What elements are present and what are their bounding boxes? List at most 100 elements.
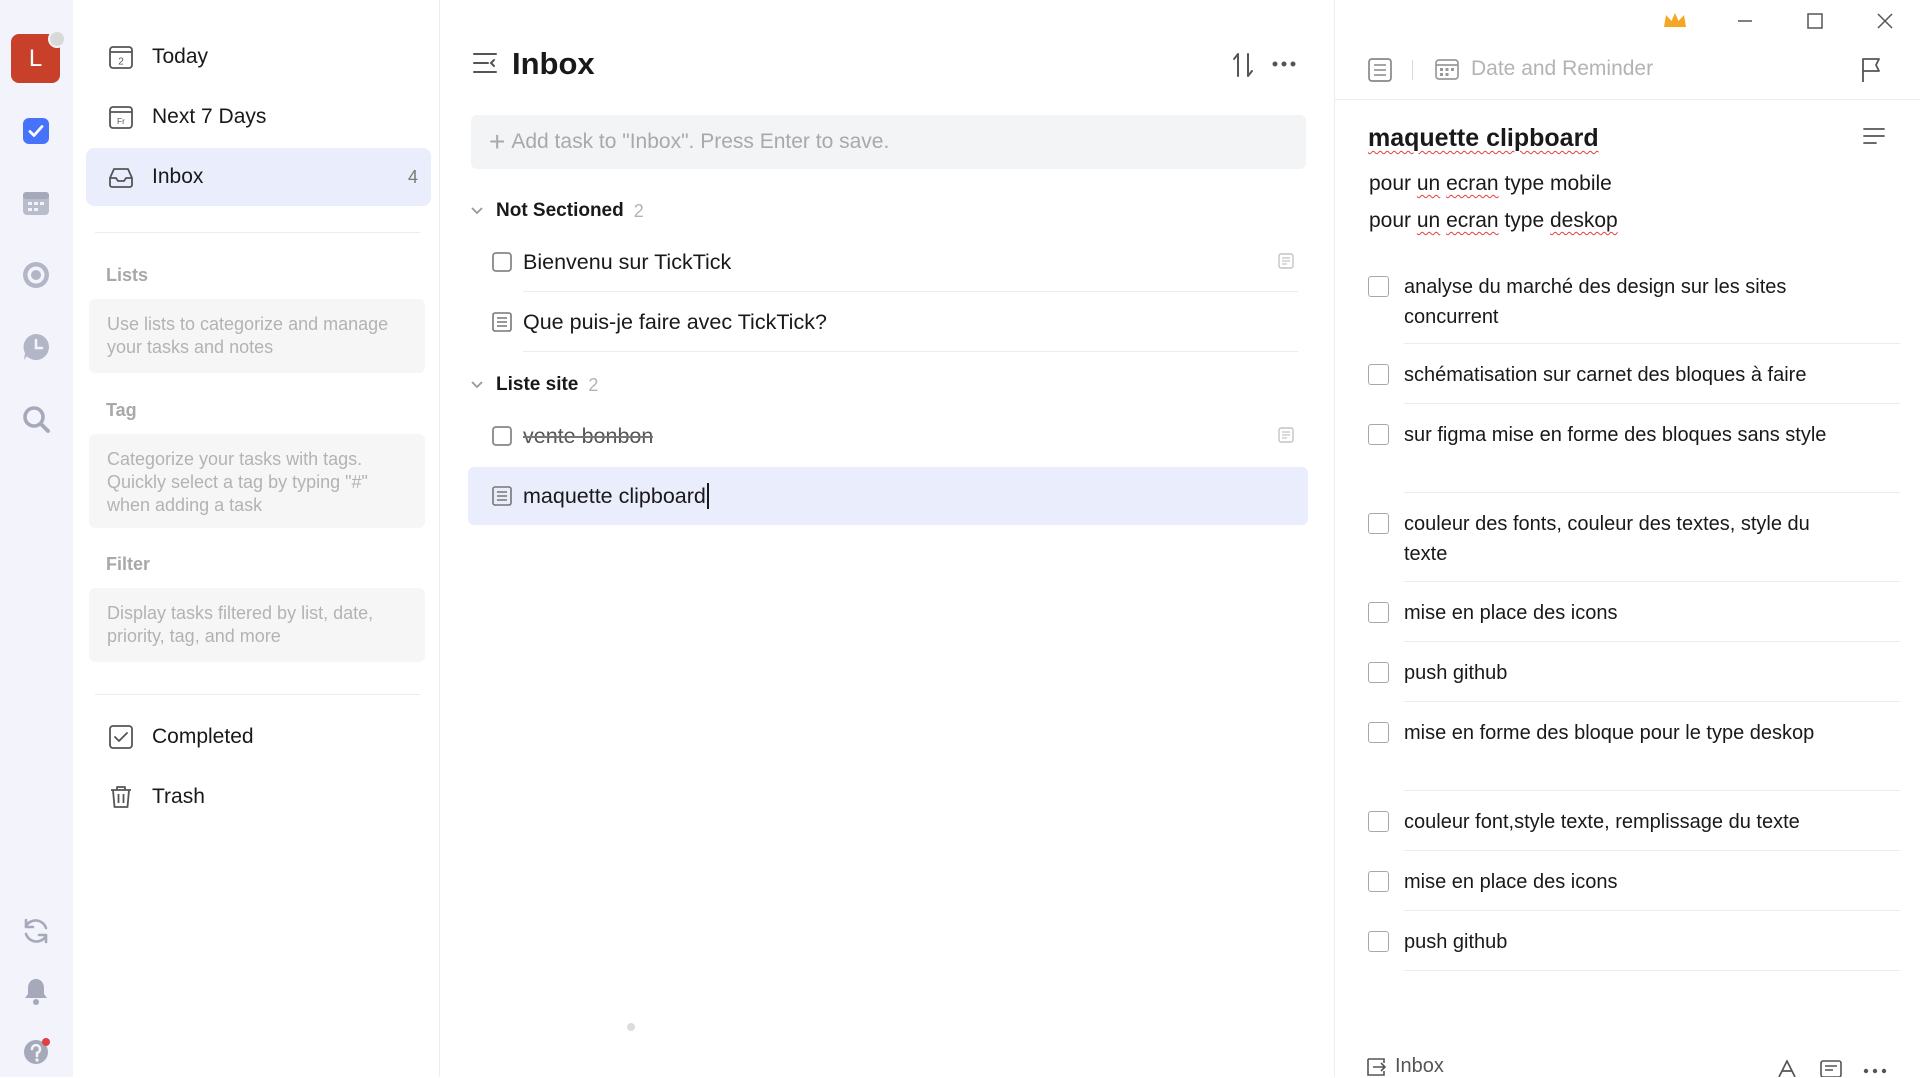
- task-checkbox[interactable]: [491, 425, 513, 447]
- checklist-divider: [1404, 641, 1900, 642]
- sidebar-divider: [95, 694, 420, 695]
- section-header[interactable]: Liste site 2: [470, 374, 598, 396]
- description-text: ecran: [1446, 209, 1499, 232]
- sort-icon[interactable]: [1231, 52, 1255, 78]
- checklist-checkbox[interactable]: [1368, 931, 1389, 952]
- move-to-list-button[interactable]: Inbox: [1365, 1055, 1444, 1078]
- tasks-icon[interactable]: [18, 113, 54, 149]
- maximize-icon[interactable]: [1780, 0, 1850, 42]
- svg-text:Fr: Fr: [117, 116, 125, 126]
- checklist-checkbox[interactable]: [1368, 364, 1389, 385]
- task-row[interactable]: vente bonbon: [468, 407, 1308, 465]
- calendar-icon[interactable]: [18, 185, 54, 221]
- sidebar-item-today[interactable]: 2 Today: [86, 28, 431, 86]
- plus-icon: +: [489, 126, 506, 157]
- task-row[interactable]: Bienvenu sur TickTick: [468, 233, 1308, 291]
- checklist-checkbox[interactable]: [1368, 662, 1389, 683]
- text-format-icon[interactable]: [1777, 1060, 1797, 1077]
- description-line[interactable]: pour un ecran type deskop: [1369, 209, 1618, 233]
- section-count: 2: [588, 374, 599, 395]
- filters-heading[interactable]: Filter: [106, 554, 150, 575]
- checklist-checkbox[interactable]: [1368, 871, 1389, 892]
- checklist-text[interactable]: analyse du marché des design sur les sit…: [1404, 272, 1844, 332]
- checklist-checkbox[interactable]: [1368, 276, 1389, 297]
- more-options-icon[interactable]: [1863, 1067, 1887, 1075]
- description-text: un: [1416, 172, 1441, 195]
- checklist-checkbox[interactable]: [1368, 424, 1389, 445]
- checklist-divider: [1404, 701, 1900, 702]
- text-caret: [706, 483, 709, 509]
- comment-icon[interactable]: [1820, 1060, 1842, 1077]
- row-divider: [523, 291, 1298, 292]
- checklist-checkbox[interactable]: [1368, 722, 1389, 743]
- sidebar-item-trash[interactable]: Trash: [86, 768, 431, 826]
- note-icon[interactable]: [491, 311, 513, 333]
- description-line[interactable]: pour un ecran type mobile: [1369, 172, 1612, 196]
- task-row-selected[interactable]: maquette clipboard: [468, 467, 1308, 525]
- section-header[interactable]: Not Sectioned 2: [470, 200, 644, 222]
- note-icon[interactable]: [491, 485, 513, 507]
- focus-icon[interactable]: [18, 257, 54, 293]
- checklist-checkbox[interactable]: [1368, 513, 1389, 534]
- search-icon[interactable]: [18, 401, 54, 437]
- task-title[interactable]: maquette clipboard: [523, 484, 706, 509]
- checklist-text[interactable]: mise en forme des bloque pour le type de…: [1404, 718, 1844, 748]
- sync-icon[interactable]: [18, 913, 54, 949]
- premium-badge-icon: [48, 30, 66, 48]
- notification-bell-icon[interactable]: [18, 973, 54, 1009]
- lists-heading[interactable]: Lists: [106, 265, 148, 286]
- checklist-text[interactable]: push github: [1404, 658, 1844, 688]
- section-name: Not Sectioned: [496, 200, 624, 221]
- checklist-divider: [1404, 343, 1900, 344]
- task-row[interactable]: Que puis-je faire avec TickTick?: [468, 293, 1308, 351]
- chevron-down-icon: [470, 380, 486, 390]
- move-to-list-icon: [1365, 1057, 1387, 1077]
- current-list-label: Inbox: [1395, 1055, 1444, 1077]
- calendar-week-icon: Fr: [108, 104, 134, 130]
- close-icon[interactable]: [1850, 0, 1920, 42]
- checklist-divider: [1404, 492, 1900, 493]
- task-type-icon[interactable]: [1368, 58, 1392, 82]
- toolbar-divider: [1412, 60, 1413, 80]
- page-title: Inbox: [512, 46, 595, 81]
- task-title: vente bonbon: [523, 423, 654, 448]
- add-task-input[interactable]: + Add task to "Inbox". Press Enter to sa…: [471, 115, 1306, 169]
- row-divider: [523, 351, 1298, 352]
- more-options-icon[interactable]: [1271, 55, 1297, 73]
- inbox-icon: [108, 164, 134, 190]
- checklist-text[interactable]: push github: [1404, 927, 1844, 957]
- premium-crown-icon[interactable]: [1640, 0, 1710, 42]
- checklist-checkbox[interactable]: [1368, 811, 1389, 832]
- sidebar: 2 Today Fr Next 7 Days Inbox 4 Lists Use…: [73, 0, 440, 1077]
- detail-title[interactable]: maquette clipboard: [1368, 124, 1599, 153]
- sidebar-item-next-7-days[interactable]: Fr Next 7 Days: [86, 88, 431, 146]
- sidebar-item-completed[interactable]: Completed: [86, 708, 431, 766]
- description-format-icon[interactable]: [1863, 127, 1885, 145]
- task-detail-panel: Date and Reminder maquette clipboard pou…: [1335, 0, 1920, 1077]
- checklist-text[interactable]: mise en place des icons: [1404, 867, 1844, 897]
- toggle-sidebar-icon[interactable]: [472, 51, 498, 75]
- sidebar-item-inbox[interactable]: Inbox 4: [86, 148, 431, 206]
- description-text: un: [1416, 209, 1441, 232]
- checklist-divider: [1404, 790, 1900, 791]
- checklist-checkbox[interactable]: [1368, 602, 1389, 623]
- checklist-text[interactable]: schématisation sur carnet des bloques à …: [1404, 360, 1844, 390]
- help-icon[interactable]: [18, 1033, 54, 1069]
- checklist-divider: [1404, 970, 1900, 971]
- task-checkbox[interactable]: [491, 251, 513, 273]
- avatar-letter: L: [28, 44, 43, 72]
- section-name: Liste site: [496, 374, 579, 395]
- checklist-text[interactable]: couleur font,style texte, remplissage du…: [1404, 807, 1844, 837]
- section-count: 2: [633, 200, 644, 221]
- checklist-divider: [1404, 403, 1900, 404]
- checklist-text[interactable]: sur figma mise en forme des bloques sans…: [1404, 420, 1844, 450]
- habit-clock-icon[interactable]: [18, 329, 54, 365]
- tags-heading[interactable]: Tag: [106, 400, 137, 421]
- checklist-text[interactable]: couleur des fonts, couleur des textes, s…: [1404, 509, 1844, 569]
- checklist-text[interactable]: mise en place des icons: [1404, 598, 1844, 628]
- minimize-icon[interactable]: [1710, 0, 1780, 42]
- sidebar-item-label: Next 7 Days: [152, 105, 267, 128]
- date-reminder-button[interactable]: Date and Reminder: [1435, 57, 1653, 81]
- priority-flag-icon[interactable]: [1860, 56, 1884, 84]
- task-list-panel: Inbox + Add task to "Inbox". Press Enter…: [440, 0, 1335, 1077]
